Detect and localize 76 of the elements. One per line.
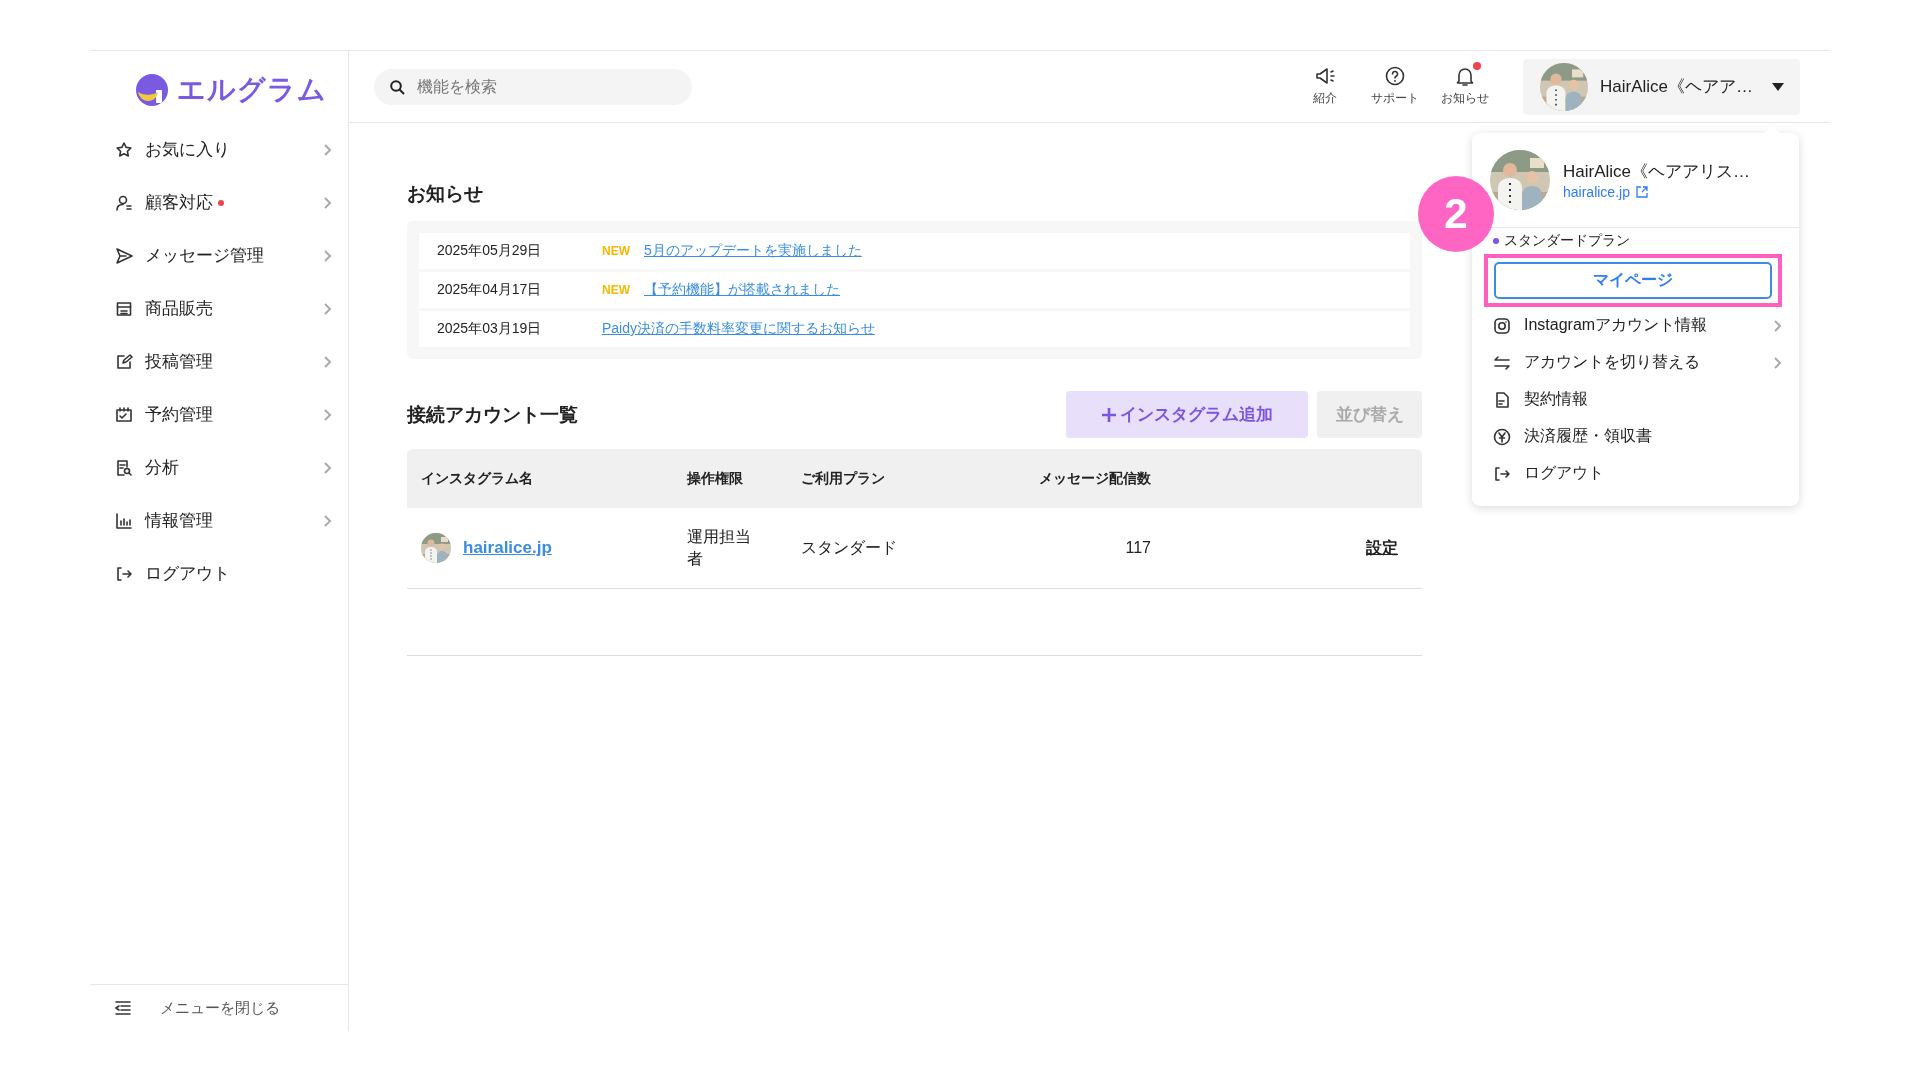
sidebar-item[interactable]: 予約管理: [90, 388, 348, 441]
menu-item[interactable]: 決済履歴・領収書: [1472, 418, 1799, 455]
edit-icon: [115, 352, 133, 371]
account-name: HairAlice《ヘアアリス…: [1563, 160, 1751, 183]
logout-icon: [115, 564, 133, 583]
new-label: NEW: [602, 283, 631, 297]
caret-icon: [1772, 82, 1784, 91]
document-icon: [1493, 390, 1511, 409]
sidebar-item[interactable]: 顧客対応: [90, 176, 348, 229]
mypage-button[interactable]: マイページ: [1494, 262, 1772, 299]
notice-date: 2025年04月17日: [437, 281, 543, 299]
add-instagram-button[interactable]: インスタグラム追加: [1066, 391, 1308, 438]
column-header: インスタグラム名: [407, 449, 687, 508]
star-icon: [115, 140, 133, 159]
notice-link[interactable]: Paidy決済の手数料率変更に関するお知らせ: [602, 320, 876, 338]
chevron-icon: [322, 195, 332, 210]
table-cell-text: 運用担当者: [687, 527, 752, 569]
plus-icon: [1101, 407, 1116, 422]
send-icon: [115, 246, 133, 265]
camera-icon: [1493, 316, 1511, 335]
chevron-icon: [322, 301, 332, 316]
logout-item[interactable]: ログアウト: [90, 547, 348, 600]
section-title: 接続アカウント一覧: [407, 402, 579, 427]
menu-item[interactable]: アカウントを切り替える: [1472, 344, 1799, 381]
menu-item[interactable]: ログアウト: [1472, 455, 1799, 492]
table-cell: 117: [1125, 539, 1151, 556]
sidebar-item[interactable]: 投稿管理: [90, 335, 348, 388]
chevron-icon: [322, 513, 332, 528]
chevron-icon: [322, 142, 332, 157]
menu-item[interactable]: Instagramアカウント情報: [1472, 307, 1799, 344]
chevron-icon: [322, 248, 332, 263]
sidebar-item[interactable]: 情報管理: [90, 494, 348, 547]
plan-label: スタンダードプラン: [1504, 232, 1630, 250]
chevron-icon: [322, 407, 332, 422]
chevron-icon: [322, 460, 332, 475]
megaphone-icon: [1314, 66, 1336, 87]
nav-button[interactable]: お知らせ: [1430, 66, 1500, 107]
menu-collapse-icon: [115, 1001, 131, 1015]
section-title: お知らせ: [407, 182, 484, 206]
bell-icon: [1454, 66, 1476, 87]
nav-button[interactable]: サポート: [1360, 66, 1430, 107]
account-button[interactable]: HairAlice《ヘアア…: [1523, 58, 1800, 115]
notice-date: 2025年05月29日: [437, 242, 543, 260]
column-header: 操作権限: [687, 449, 801, 508]
report-icon: [115, 458, 133, 477]
sidebar-item[interactable]: メッセージ管理: [90, 229, 348, 282]
logo-icon: [133, 71, 171, 109]
switch-icon: [1493, 353, 1511, 372]
sidebar-item[interactable]: 分析: [90, 441, 348, 494]
bar-chart-icon: [115, 511, 133, 530]
sidebar-item[interactable]: 商品販売: [90, 282, 348, 335]
store-icon: [115, 299, 133, 318]
logo-text: エルグラム: [177, 73, 327, 107]
collapse-menu-button[interactable]: メニューを閉じる: [90, 984, 348, 1031]
table-cell: スタンダード: [801, 538, 897, 556]
chevron-icon: [322, 354, 332, 369]
menu-item[interactable]: 契約情報: [1472, 381, 1799, 418]
calendar-icon: [115, 405, 133, 424]
sidebar-item[interactable]: お気に入り: [90, 123, 348, 176]
help-icon: [1384, 66, 1406, 87]
notice-link[interactable]: 5月のアップデートを実施しました: [644, 242, 862, 260]
nav-button[interactable]: 紹介: [1290, 66, 1360, 107]
account-link[interactable]: hairalice.jp: [1563, 183, 1648, 200]
yen-icon: [1493, 427, 1511, 446]
column-header: ご利用プラン: [801, 449, 1001, 508]
column-header: メッセージ配信数: [1001, 449, 1151, 508]
settings-link[interactable]: 設定: [1366, 538, 1398, 556]
logout-icon: [1493, 464, 1511, 483]
person-icon: [115, 193, 133, 212]
notice-date: 2025年03月19日: [437, 320, 543, 338]
new-label: NEW: [602, 244, 631, 258]
plan-dot: [1493, 238, 1499, 244]
notice-link[interactable]: 【予約機能】が搭載されました: [644, 281, 840, 299]
search-field[interactable]: 機能を検索: [374, 68, 692, 105]
step-badge: 2: [1418, 176, 1494, 252]
external-link-icon: [1635, 185, 1648, 198]
